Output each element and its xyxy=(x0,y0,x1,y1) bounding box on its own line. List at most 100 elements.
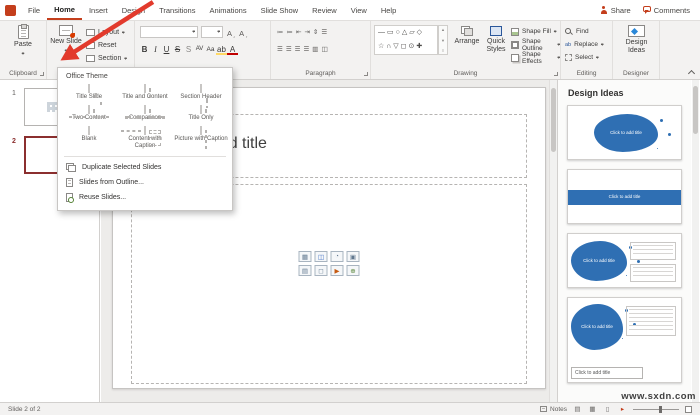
design-suggestion-1[interactable]: Click to add title xyxy=(567,105,682,160)
insert-picture-icon[interactable]: ▤ xyxy=(299,265,312,276)
normal-view-button[interactable]: ▤ xyxy=(573,405,582,413)
bold-button[interactable]: B xyxy=(139,43,150,55)
share-button[interactable]: Share xyxy=(600,6,631,15)
paste-button[interactable]: Paste ▾ xyxy=(10,25,36,57)
new-slide-button[interactable]: New Slide ▾ xyxy=(50,25,82,54)
quick-styles-button[interactable]: Quick Styles xyxy=(483,26,509,55)
font-grow-shrink-icons[interactable]: A˰ Aˏ xyxy=(227,29,249,38)
shapes-row-2[interactable]: ☆∩▽◻⊙✚ xyxy=(375,40,437,54)
design-suggestion-2[interactable]: Click to add title xyxy=(567,169,682,224)
strikethrough-button[interactable]: S xyxy=(172,43,183,55)
font-color-button[interactable]: A xyxy=(227,45,238,55)
slide-sorter-view-button[interactable]: ▦ xyxy=(588,405,597,413)
text-shadow-button[interactable]: S xyxy=(183,43,194,55)
design-3-content-box xyxy=(630,264,676,282)
layout-label: Picture with Caption xyxy=(174,136,228,143)
comments-button[interactable]: Comments xyxy=(643,6,690,15)
shape-outline-icon xyxy=(511,41,519,49)
highlight-color-button[interactable]: ab xyxy=(216,45,227,55)
editor-scrollbar-thumb[interactable] xyxy=(551,88,556,152)
paragraph-dialog-launcher-icon[interactable] xyxy=(364,72,368,76)
layout-title-only[interactable]: Title Only xyxy=(173,104,229,125)
dropdown-caret-icon: ▾ xyxy=(217,29,220,35)
quick-styles-icon xyxy=(490,26,502,36)
insert-video-icon[interactable]: ▶ xyxy=(331,265,344,276)
fit-slide-to-window-icon[interactable] xyxy=(685,406,692,413)
underline-button[interactable]: U xyxy=(161,43,172,55)
clipboard-dialog-launcher-icon[interactable] xyxy=(40,72,44,76)
design-panel-scrollbar[interactable] xyxy=(692,80,699,402)
shape-fill-button[interactable]: Shape Fill ▾ xyxy=(511,26,556,37)
duplicate-selected-slides-item[interactable]: Duplicate Selected Slides xyxy=(58,160,232,175)
character-spacing-button[interactable]: AV xyxy=(194,43,205,55)
layout-thumbnail xyxy=(88,84,90,93)
tab-insert[interactable]: Insert xyxy=(82,0,115,20)
layout-button[interactable]: Layout ▾ xyxy=(86,27,125,38)
slideshow-view-button[interactable]: ▸ xyxy=(618,405,627,413)
layout-two-content[interactable]: Two Content xyxy=(61,104,117,125)
quick-styles-label: Quick Styles xyxy=(483,38,509,55)
font-name-combo[interactable]: ▾ xyxy=(140,26,198,38)
shape-outline-button[interactable]: Shape Outline ▾ xyxy=(511,39,560,50)
insert-stock-image-icon[interactable]: ◻ xyxy=(315,265,328,276)
paragraph-align-icons[interactable]: ☰☰☰☰▥◫ xyxy=(277,45,331,53)
editor-scrollbar[interactable] xyxy=(549,80,557,402)
reading-view-button[interactable]: ▯ xyxy=(603,405,612,413)
section-button[interactable]: Section ▾ xyxy=(86,53,127,64)
tab-slide-show[interactable]: Slide Show xyxy=(254,0,306,20)
tab-view[interactable]: View xyxy=(344,0,374,20)
paragraph-list-indent-icons[interactable]: ≔≔⇤⇥⇕☰ xyxy=(277,28,330,36)
menu-item-label: Slides from Outline... xyxy=(79,179,144,186)
layout-title-and-content[interactable]: Title and Content xyxy=(117,83,173,104)
tab-animations[interactable]: Animations xyxy=(202,0,253,20)
select-button[interactable]: Select ▾ xyxy=(565,52,599,63)
font-size-combo[interactable]: ▾ xyxy=(201,26,223,38)
layout-picture-with-caption[interactable]: Picture with Caption xyxy=(173,125,229,153)
design-suggestion-4[interactable]: Click to add title Click to add title xyxy=(567,297,682,383)
tab-home[interactable]: Home xyxy=(47,0,82,20)
insert-table-icon[interactable]: ▦ xyxy=(299,251,312,262)
reuse-slides-item[interactable]: Reuse Slides... xyxy=(58,190,232,205)
content-placeholder[interactable]: ▦ ◫ ◔ ▣ ▤ ◻ ▶ ⊕ xyxy=(131,184,527,384)
drawing-dialog-launcher-icon[interactable] xyxy=(554,72,558,76)
reset-button[interactable]: Reset xyxy=(86,40,116,51)
shapes-row-1[interactable]: —▭○△▱◇ xyxy=(375,26,437,40)
find-button[interactable]: Find xyxy=(565,26,589,37)
menu-item-label: Reuse Slides... xyxy=(79,194,126,201)
design-4-caption: Click to add title xyxy=(578,325,616,330)
change-case-button[interactable]: Aa xyxy=(205,43,216,55)
zoom-slider[interactable] xyxy=(633,409,679,410)
insert-3d-model-icon[interactable]: ▣ xyxy=(347,251,360,262)
insert-smartart-icon[interactable]: ◔ xyxy=(331,251,344,262)
notes-button[interactable]: Notes xyxy=(540,406,567,413)
layout-content-with-caption[interactable]: Content with Caption xyxy=(117,125,173,153)
design-panel-scrollbar-thumb[interactable] xyxy=(693,86,698,134)
layout-comparison[interactable]: Comparison xyxy=(117,104,173,125)
tab-design[interactable]: Design xyxy=(115,0,152,20)
replace-button[interactable]: ab Replace ▾ xyxy=(565,39,604,50)
design-suggestion-3[interactable]: Click to add title xyxy=(567,233,682,288)
insert-online-icon[interactable]: ⊕ xyxy=(347,265,360,276)
tab-help[interactable]: Help xyxy=(374,0,403,20)
italic-button[interactable]: I xyxy=(150,43,161,55)
shapes-gallery-scroll[interactable]: ▲▼≡ xyxy=(438,25,448,55)
replace-icon: ab xyxy=(565,42,571,48)
layout-blank[interactable]: Blank xyxy=(61,125,117,153)
layout-label: Title Slide xyxy=(62,94,116,101)
layout-title-slide[interactable]: Title Slide xyxy=(61,83,117,104)
shape-effects-button[interactable]: Shape Effects ▾ xyxy=(511,52,560,63)
shapes-gallery[interactable]: —▭○△▱◇ ☆∩▽◻⊙✚ xyxy=(374,25,438,55)
arrange-button[interactable]: Arrange xyxy=(453,26,481,46)
tab-review[interactable]: Review xyxy=(305,0,344,20)
shape-fill-icon xyxy=(511,28,519,36)
design-ideas-button[interactable]: Design Ideas xyxy=(618,25,655,56)
slides-from-outline-item[interactable]: Slides from Outline... xyxy=(58,175,232,190)
tab-file[interactable]: File xyxy=(21,0,47,20)
layout-section-header[interactable]: Section Header xyxy=(173,83,229,104)
tab-transitions[interactable]: Transitions xyxy=(152,0,202,20)
share-person-icon xyxy=(600,6,608,14)
insert-chart-icon[interactable]: ◫ xyxy=(315,251,328,262)
collapse-ribbon-icon[interactable] xyxy=(689,69,695,75)
design-1-caption: Click to add title xyxy=(607,131,645,136)
layout-label: Title Only xyxy=(174,115,228,122)
